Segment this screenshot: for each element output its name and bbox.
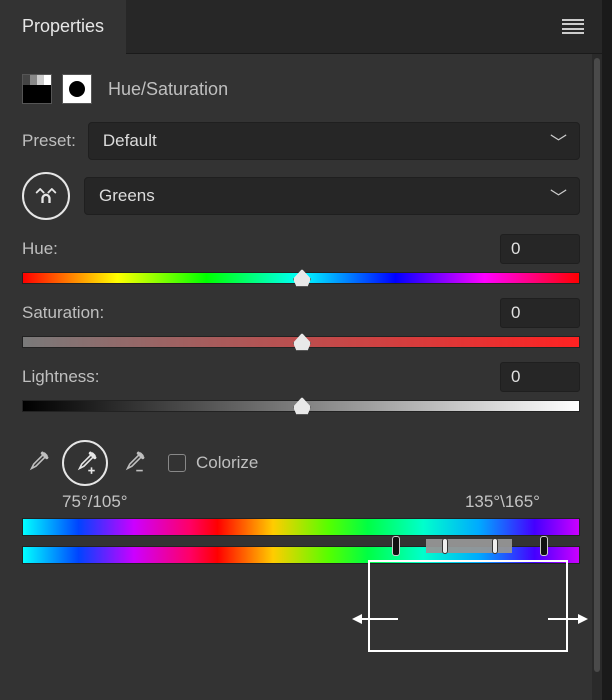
range-right-label: 135°\165° [465,492,540,512]
hue-label: Hue: [22,239,58,259]
range-left-label: 75°/105° [62,492,128,512]
channel-row: Greens ﹀ [22,172,580,220]
panel-scrollbar[interactable] [592,54,602,700]
eyedropper-add-icon[interactable] [62,440,108,486]
annotation-highlight [368,560,568,652]
chevron-down-icon: ﹀ [550,129,567,154]
tab-properties[interactable]: Properties [0,0,126,54]
hue-input[interactable] [500,234,580,264]
range-falloff-right[interactable] [540,536,548,556]
colorize-checkbox[interactable] [168,454,186,472]
channel-select[interactable]: Greens ﹀ [84,177,580,215]
range-inner-left[interactable] [442,538,448,554]
range-inner-right[interactable] [492,538,498,554]
annotation-arrow-left [352,612,400,631]
range-center-bar[interactable] [426,539,512,553]
channel-value: Greens [99,186,155,206]
panel-menu-icon[interactable] [562,19,584,35]
annotation-arrow-right [548,612,588,631]
range-falloff-left[interactable] [392,536,400,556]
lightness-input[interactable] [500,362,580,392]
lightness-slider[interactable] [22,400,580,412]
saturation-slider[interactable] [22,336,580,348]
colorize-label: Colorize [196,453,258,473]
color-range-strip[interactable] [22,518,580,564]
hue-slider[interactable] [22,272,580,284]
preset-value: Default [103,131,157,151]
saturation-label: Saturation: [22,303,104,323]
lightness-label: Lightness: [22,367,100,387]
targeted-adjustment-tool[interactable] [22,172,70,220]
adjustment-title: Hue/Saturation [108,79,228,100]
chevron-down-icon: ﹀ [550,184,567,209]
preset-label: Preset: [22,131,76,151]
eyedropper-subtract-icon[interactable] [118,448,148,478]
saturation-input[interactable] [500,298,580,328]
range-readout: 75°/105° 135°\165° [22,492,580,512]
eyedropper-icon[interactable] [22,448,52,478]
adjustment-header: Hue/Saturation [0,54,602,122]
adjustment-icon[interactable] [22,74,52,104]
eyedropper-row: Colorize [22,440,580,486]
layer-mask-icon[interactable] [62,74,92,104]
tab-bar: Properties [0,0,602,54]
preset-row: Preset: Default ﹀ [22,122,580,160]
preset-select[interactable]: Default ﹀ [88,122,580,160]
input-spectrum [22,518,580,536]
